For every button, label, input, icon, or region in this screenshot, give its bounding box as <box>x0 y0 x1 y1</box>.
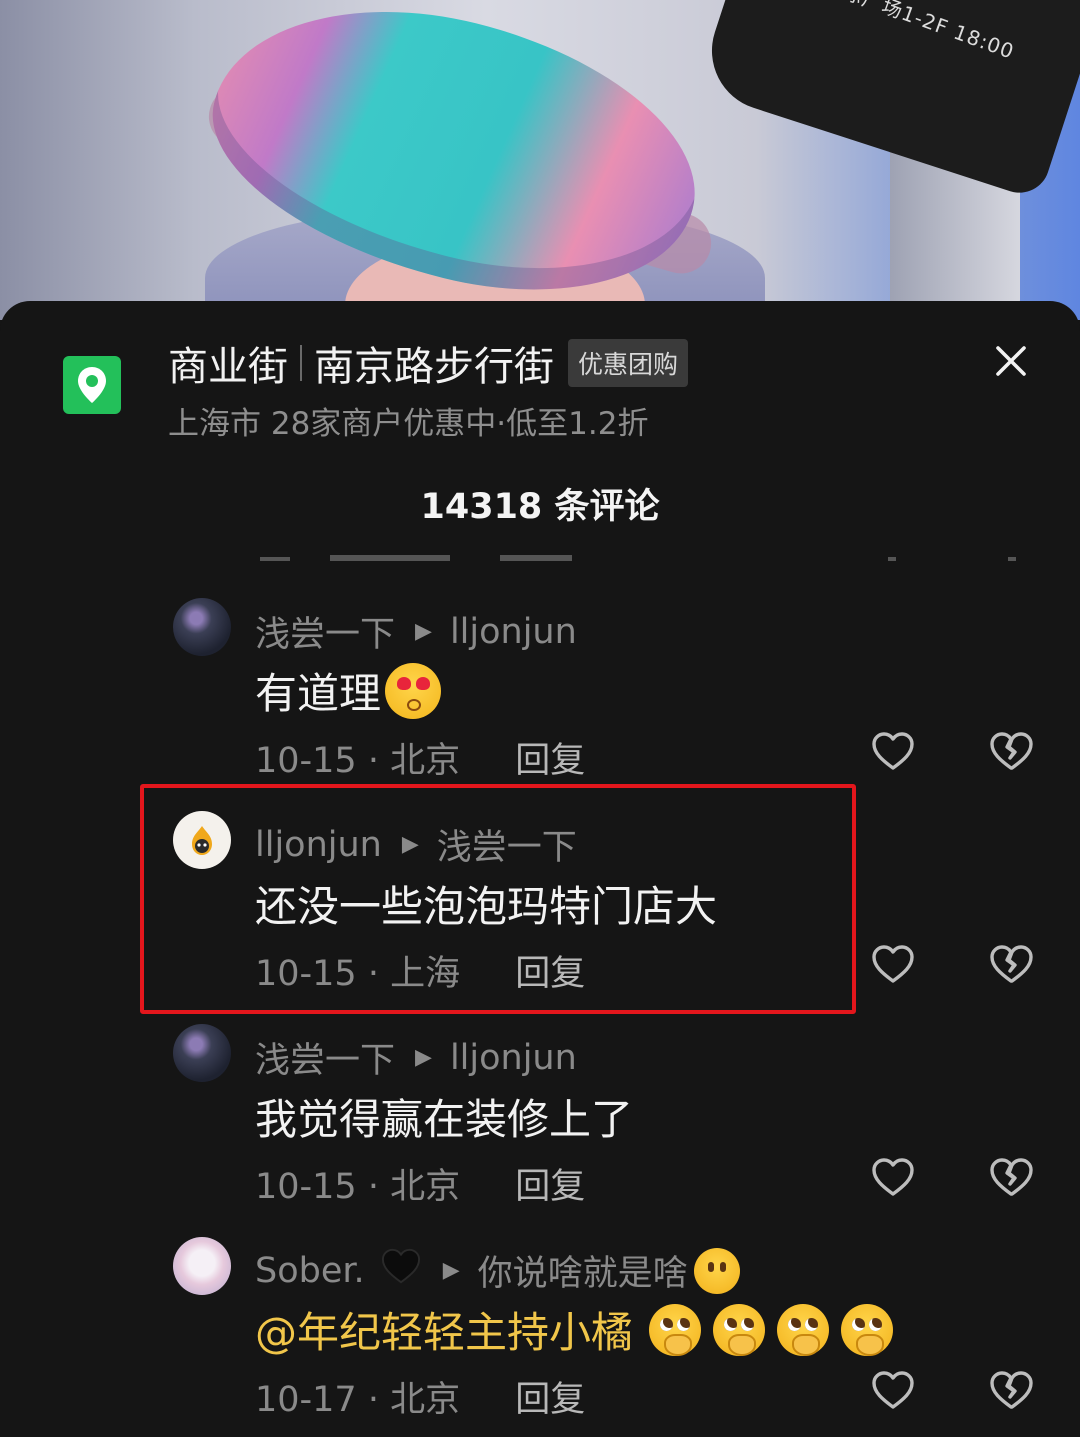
comment-text: 有道理 <box>255 669 382 718</box>
comment-text-line: 我觉得赢在装修上了 <box>255 1086 633 1147</box>
broken-heart-icon <box>990 732 1033 770</box>
title-divider <box>300 345 302 381</box>
poi-category: 商业街 <box>168 344 288 390</box>
comment-text-line: 还没一些泡泡玛特门店大 <box>255 873 717 934</box>
like-button[interactable] <box>870 1156 916 1198</box>
broken-heart-icon <box>990 945 1033 983</box>
reply-arrow-icon: ▶ <box>415 1045 432 1070</box>
comment-mention-text[interactable]: @年纪轻轻主持小橘 <box>255 1299 633 1360</box>
broken-heart-icon <box>990 1158 1033 1196</box>
reply-to-username[interactable]: lljonjun <box>450 612 577 652</box>
previous-comment-partial <box>0 545 1080 565</box>
reply-to-username[interactable]: 浅尝一下 <box>437 819 577 870</box>
comment-username[interactable]: Sober. <box>255 1251 365 1291</box>
comment-item: Sober. ▶ 你说啥就是啥 @年纪轻轻主持小橘 10-17 · 北京 回复 <box>0 1237 1080 1437</box>
comment-date-location: 10-17 · 北京 <box>255 1380 461 1420</box>
comment-text: 还没一些泡泡玛特门店大 <box>255 882 718 931</box>
poi-subtitle: 上海市 28家商户优惠中·低至1.2折 <box>168 406 649 442</box>
comment-user-line: 浅尝一下 ▶ lljonjun <box>255 606 577 657</box>
avatar[interactable] <box>173 1024 231 1082</box>
reply-to-username[interactable]: 你说啥就是啥 <box>478 1245 688 1296</box>
video-background-photo: 国际广场1-2F 18:00 <box>0 0 1080 320</box>
close-button[interactable] <box>988 338 1034 384</box>
comment-user-line: 浅尝一下 ▶ lljonjun <box>255 1032 577 1083</box>
poi-title[interactable]: 商业街 南京路步行街 优惠团购 <box>168 335 689 391</box>
heart-outline-icon <box>872 1158 914 1196</box>
avatar[interactable] <box>173 598 231 656</box>
comment-text-line: 有道理 <box>255 660 442 721</box>
dislike-button[interactable] <box>988 943 1034 985</box>
reply-button[interactable]: 回复 <box>515 741 585 781</box>
poi-name: 南京路步行街 <box>314 344 554 390</box>
broken-heart-icon <box>990 1371 1033 1409</box>
dislike-button[interactable] <box>988 1156 1034 1198</box>
comment-text-line: @年纪轻轻主持小橘 <box>255 1299 894 1360</box>
reply-to-username[interactable]: lljonjun <box>450 1038 577 1078</box>
comment-item: lljonjun ▶ 浅尝一下 还没一些泡泡玛特门店大 10-15 · 上海 回… <box>0 811 1080 1011</box>
billboard-sign <box>696 0 1080 201</box>
pleading-face-emoji-icon <box>713 1303 766 1356</box>
comment-user-line: Sober. ▶ 你说啥就是啥 <box>255 1245 740 1296</box>
comment-user-line: lljonjun ▶ 浅尝一下 <box>255 819 577 870</box>
heart-eyes-kiss-emoji-icon <box>385 662 442 719</box>
reply-button[interactable]: 回复 <box>515 954 585 994</box>
black-heart-emoji-icon <box>379 1246 423 1295</box>
like-button[interactable] <box>870 730 916 772</box>
comment-text: 我觉得赢在装修上了 <box>255 1095 634 1144</box>
face-without-mouth-emoji-icon <box>693 1247 740 1294</box>
reply-button[interactable]: 回复 <box>515 1167 585 1207</box>
like-button[interactable] <box>870 1369 916 1411</box>
comment-meta: 10-15 · 北京 回复 <box>255 1158 585 1209</box>
location-pin-icon[interactable] <box>63 356 121 414</box>
pleading-face-emoji-icon <box>841 1303 894 1356</box>
dislike-button[interactable] <box>988 1369 1034 1411</box>
comment-username[interactable]: lljonjun <box>255 825 382 865</box>
comment-count: 14318 条评论 <box>420 487 660 527</box>
heart-outline-icon <box>872 732 914 770</box>
comment-username[interactable]: 浅尝一下 <box>255 1032 395 1083</box>
reply-arrow-icon: ▶ <box>442 1258 460 1283</box>
avatar[interactable] <box>173 811 231 869</box>
comment-date-location: 10-15 · 北京 <box>255 741 461 781</box>
comment-date-location: 10-15 · 上海 <box>255 954 461 994</box>
comment-meta: 10-15 · 上海 回复 <box>255 945 585 996</box>
reply-arrow-icon: ▶ <box>401 832 419 857</box>
reply-arrow-icon: ▶ <box>415 619 432 644</box>
comment-meta: 10-17 · 北京 回复 <box>255 1371 585 1422</box>
comment-item: 浅尝一下 ▶ lljonjun 我觉得赢在装修上了 10-15 · 北京 回复 <box>0 1024 1080 1224</box>
comment-item: 浅尝一下 ▶ lljonjun 有道理 10-15 · 北京 回复 <box>0 598 1080 798</box>
dislike-button[interactable] <box>988 730 1034 772</box>
reply-button[interactable]: 回复 <box>515 1380 585 1420</box>
group-buy-badge[interactable]: 优惠团购 <box>568 339 689 387</box>
comment-date-location: 10-15 · 北京 <box>255 1167 461 1207</box>
avatar[interactable] <box>173 1237 231 1295</box>
heart-outline-icon <box>872 945 914 983</box>
pleading-face-emoji-icon <box>777 1303 830 1356</box>
like-button[interactable] <box>870 943 916 985</box>
comment-username[interactable]: 浅尝一下 <box>255 606 395 657</box>
close-icon <box>996 346 1026 376</box>
comment-meta: 10-15 · 北京 回复 <box>255 732 585 783</box>
pleading-face-emoji-icon <box>649 1303 702 1356</box>
heart-outline-icon <box>872 1371 914 1409</box>
